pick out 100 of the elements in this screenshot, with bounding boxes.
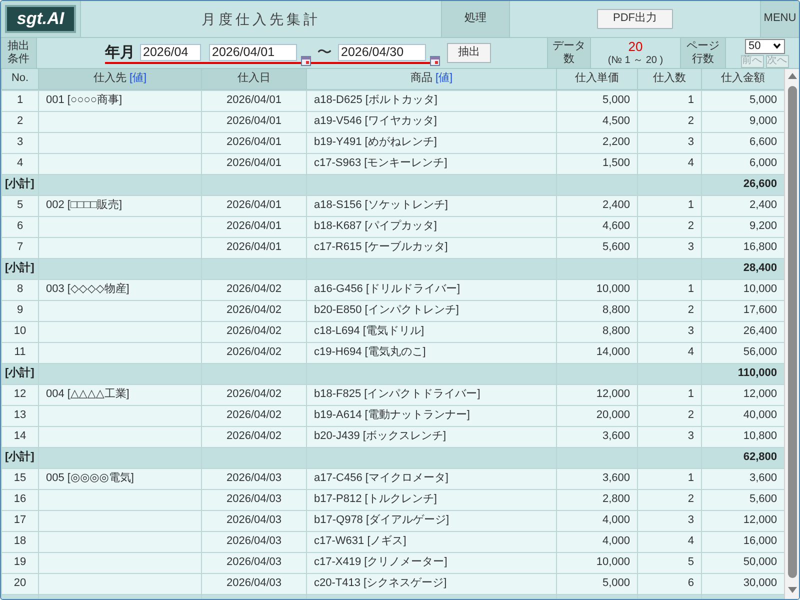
- quantity: 2: [638, 300, 702, 321]
- subtotal-label: [小計]: [2, 258, 38, 279]
- page-rows-label: ページ行数: [686, 40, 720, 66]
- product-name: c18-L694 [電気ドリル]: [306, 321, 556, 342]
- quantity: 4: [638, 153, 702, 174]
- unit-price: 5,000: [556, 90, 638, 111]
- product-name: b18-F825 [インパクトドライバー]: [306, 384, 556, 405]
- filter-label: 抽出条件: [6, 40, 30, 66]
- purchase-date: 2026/04/02: [202, 321, 306, 342]
- scroll-up-icon[interactable]: [788, 73, 796, 79]
- quantity: 3: [638, 426, 702, 447]
- date-from-field[interactable]: 2026/04/01: [209, 44, 297, 60]
- scroll-down-icon[interactable]: [788, 587, 796, 593]
- product-name: b19-Y491 [めがねレンチ]: [306, 132, 556, 153]
- quantity: 3: [638, 132, 702, 153]
- quantity: 4: [638, 531, 702, 552]
- purchase-amount: 16,000: [702, 531, 784, 552]
- product-name: c17-W631 [ノギス]: [306, 531, 556, 552]
- quantity: 3: [638, 510, 702, 531]
- row-number: 6: [2, 216, 38, 237]
- supplier-name: 004 [△△△△工業]: [38, 384, 202, 405]
- row-number: 11: [2, 342, 38, 363]
- purchase-date: 2026/04/01: [202, 90, 306, 111]
- quantity: 5: [638, 552, 702, 573]
- date-to-field[interactable]: 2026/04/30: [338, 44, 426, 60]
- purchase-amount: 56,000: [702, 342, 784, 363]
- purchase-date: 2026/04/02: [202, 426, 306, 447]
- purchase-date: 2026/04/03: [202, 552, 306, 573]
- quantity: 2: [638, 489, 702, 510]
- purchase-amount: 17,600: [702, 300, 784, 321]
- row-number: 16: [2, 489, 38, 510]
- product-name: c19-H694 [電気丸のこ]: [306, 342, 556, 363]
- unit-price: 10,000: [556, 279, 638, 300]
- page-rows-select[interactable]: 50: [744, 38, 784, 54]
- row-number: 8: [2, 279, 38, 300]
- purchase-amount: 50,000: [702, 552, 784, 573]
- purchase-amount: 6,600: [702, 132, 784, 153]
- subtotal-label: [小計]: [2, 447, 38, 468]
- quantity: 1: [638, 195, 702, 216]
- product-name: c20-T413 [シクネスゲージ]: [306, 573, 556, 594]
- calendar-icon[interactable]: [430, 56, 440, 66]
- purchase-date: 2026/04/02: [202, 300, 306, 321]
- purchase-amount: 9,200: [702, 216, 784, 237]
- unit-price: 4,600: [556, 216, 638, 237]
- purchase-amount: 12,000: [702, 384, 784, 405]
- subtotal-amount: 110,000: [702, 363, 784, 384]
- row-number: 10: [2, 321, 38, 342]
- section-label: 処理: [442, 1, 510, 37]
- purchase-amount: 5,600: [702, 489, 784, 510]
- purchase-date: 2026/04/02: [202, 342, 306, 363]
- purchase-date: 2026/04/01: [202, 216, 306, 237]
- product-name: b20-J439 [ボックスレンチ]: [306, 426, 556, 447]
- product-name: a16-G456 [ドリルドライバー]: [306, 279, 556, 300]
- column-header: 仕入日: [202, 69, 306, 89]
- product-name: a18-S156 [ソケットレンチ]: [306, 195, 556, 216]
- quantity: 6: [638, 573, 702, 594]
- row-number: 14: [2, 426, 38, 447]
- product-name: a18-D625 [ボルトカッタ]: [306, 90, 556, 111]
- row-number: 12: [2, 384, 38, 405]
- row-number: 13: [2, 405, 38, 426]
- product-name: b20-E850 [インパクトレンチ]: [306, 300, 556, 321]
- purchase-date: 2026/04/02: [202, 405, 306, 426]
- purchase-amount: 6,000: [702, 153, 784, 174]
- supplier-name: 001 [○○○○商事]: [38, 90, 202, 111]
- unit-price: 8,800: [556, 321, 638, 342]
- subtotal-label: [小計]: [2, 363, 38, 384]
- menu-button[interactable]: MENU: [761, 1, 799, 37]
- column-header: No.: [2, 69, 38, 89]
- table-cell: [638, 363, 702, 384]
- extract-button[interactable]: 抽出: [447, 43, 491, 63]
- value-link[interactable]: [値]: [129, 72, 147, 84]
- unit-price: 14,000: [556, 342, 638, 363]
- pdf-export-button[interactable]: PDF出力: [597, 9, 673, 29]
- row-number: 5: [2, 195, 38, 216]
- purchase-date: 2026/04/02: [202, 279, 306, 300]
- unit-price: 4,000: [556, 531, 638, 552]
- purchase-amount: 16,800: [702, 237, 784, 258]
- scrollbar-thumb[interactable]: [788, 86, 796, 578]
- table-cell: [638, 174, 702, 195]
- purchase-amount: 3,600: [702, 468, 784, 489]
- purchase-amount: 26,400: [702, 321, 784, 342]
- value-link[interactable]: [値]: [435, 72, 453, 84]
- column-header: 仕入数: [638, 69, 702, 89]
- row-number: 18: [2, 531, 38, 552]
- row-number: 19: [2, 552, 38, 573]
- quantity: 3: [638, 321, 702, 342]
- supplier-name: 005 [◎◎◎◎電気]: [38, 468, 202, 489]
- logo[interactable]: sgt.AI: [5, 5, 76, 33]
- scrollbar[interactable]: [784, 69, 799, 599]
- unit-price: 5,600: [556, 237, 638, 258]
- chevron-down-icon: [772, 43, 780, 49]
- purchase-date: 2026/04/03: [202, 468, 306, 489]
- data-count-label: データ数: [552, 40, 586, 66]
- product-name: b18-K687 [パイプカッタ]: [306, 216, 556, 237]
- purchase-amount: 30,000: [702, 573, 784, 594]
- unit-price: 3,600: [556, 468, 638, 489]
- month-field[interactable]: 2026/04: [140, 44, 201, 60]
- quantity: 1: [638, 90, 702, 111]
- subtotal-amount: 26,600: [702, 174, 784, 195]
- calendar-icon[interactable]: [301, 56, 311, 66]
